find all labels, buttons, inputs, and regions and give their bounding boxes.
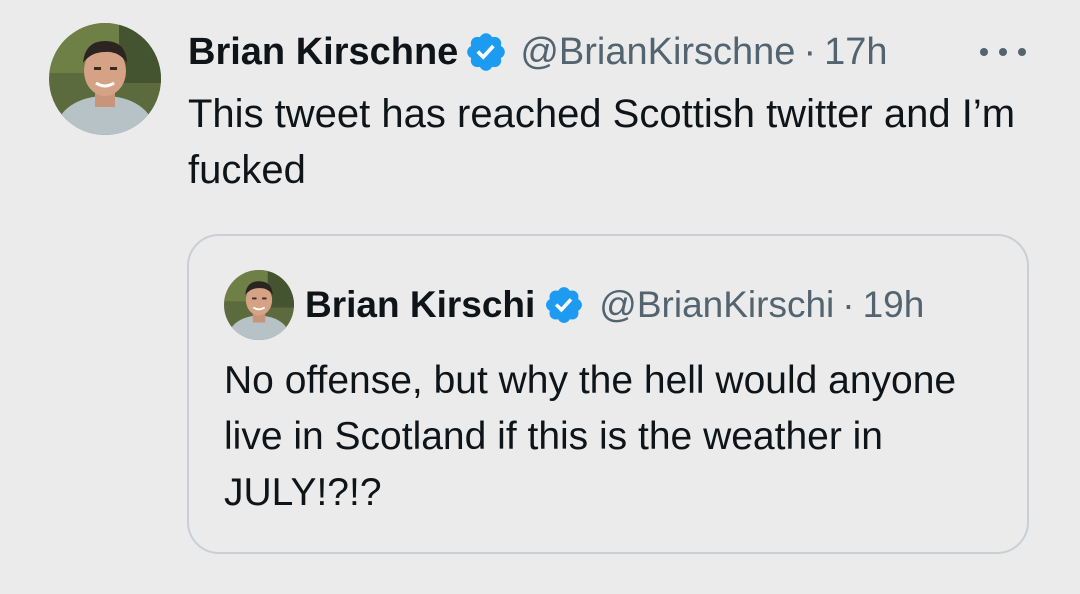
author-name[interactable]: Brian Kirschne: [188, 31, 458, 74]
verified-badge-icon: [543, 284, 585, 326]
quoted-tweet-header: Brian Kirschi @BrianKirschi · 19h: [305, 280, 1005, 330]
quoted-author-name[interactable]: Brian Kirschi: [305, 284, 535, 326]
quoted-author-avatar[interactable]: [224, 270, 294, 340]
separator-dot: ·: [803, 30, 817, 73]
separator-dot: ·: [842, 284, 855, 325]
tweet-text: This tweet has reached Scottish twitter …: [188, 92, 1016, 192]
quoted-tweet[interactable]: Brian Kirschi @BrianKirschi · 19h No off…: [187, 234, 1029, 554]
quoted-tweet-text: No offense, but why the hell would anyon…: [224, 359, 957, 514]
tweet-timestamp[interactable]: 17h: [824, 31, 887, 74]
quoted-author-handle[interactable]: @BrianKirschi: [599, 284, 834, 326]
quoted-tweet-timestamp[interactable]: 19h: [863, 284, 925, 326]
more-options-icon[interactable]: [980, 42, 1026, 62]
verified-badge-icon: [464, 30, 508, 74]
tweet-header: Brian Kirschne @BrianKirschne · 17h: [188, 24, 1038, 80]
tweet[interactable]: Brian Kirschne @BrianKirschne · 17h This…: [0, 0, 1080, 594]
author-avatar[interactable]: [49, 23, 161, 135]
author-handle[interactable]: @BrianKirschne: [520, 31, 795, 74]
